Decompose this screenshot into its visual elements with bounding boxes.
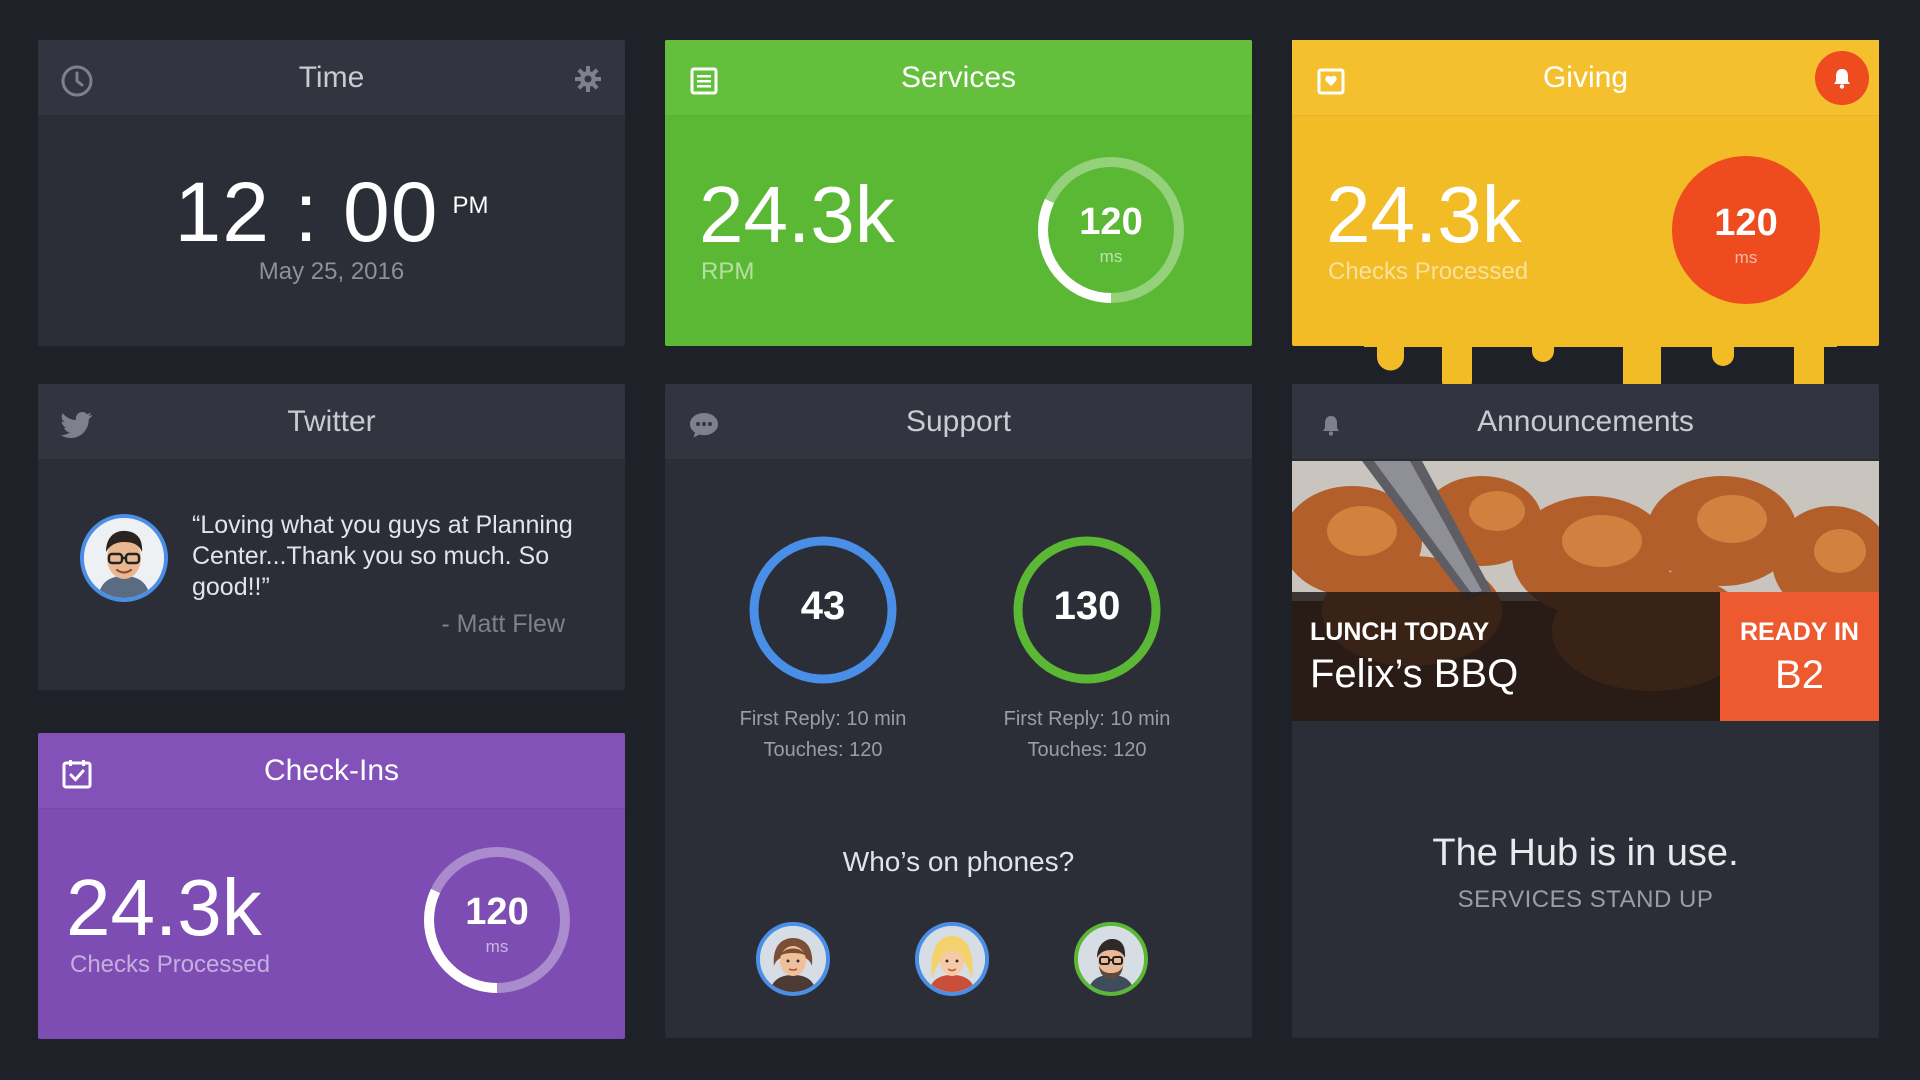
hub-status: The Hub is in use. — [1432, 832, 1739, 874]
checkins-card: Check-Ins 24.3k Checks Processed 120 ms — [38, 733, 625, 1039]
time-card-header: Time — [38, 40, 625, 116]
checkins-response-ring: 120 ms — [422, 845, 572, 995]
clock-ampm: PM — [452, 192, 489, 219]
bird-icon — [60, 408, 94, 442]
first-reply-label-2: First Reply: 10 min — [1003, 708, 1171, 730]
services-ring-unit: ms — [1099, 247, 1123, 266]
lunch-label: LUNCH TODAY — [1310, 618, 1490, 646]
hub-event: SERVICES STAND UP — [1457, 886, 1714, 913]
announcements-card: Announcements LUNCH TODAY Felix’s BBQ RE… — [1292, 384, 1879, 1038]
document-icon — [687, 64, 721, 98]
clock-display: 12 : 00 PM — [38, 170, 625, 254]
support-stat-value-1: 43 — [800, 584, 846, 628]
heart-icon — [1314, 64, 1348, 98]
tweet-author: - Matt Flew — [441, 610, 565, 638]
services-card-header: Services — [665, 40, 1252, 116]
avatar[interactable] — [756, 922, 830, 996]
support-card-header: Support — [665, 384, 1252, 460]
twitter-card-header: Twitter — [38, 384, 625, 460]
checkbox-icon — [60, 757, 94, 791]
services-label: RPM — [701, 258, 755, 285]
gear-icon[interactable] — [571, 62, 605, 96]
touches-label-2: Touches: 120 — [1027, 739, 1147, 761]
checkins-card-header: Check-Ins — [38, 733, 625, 809]
checkins-value: 24.3k — [66, 863, 262, 952]
support-stat-value-2: 130 — [1053, 584, 1121, 628]
ready-in-badge: READY IN B2 — [1720, 592, 1879, 721]
lunch-name: Felix’s BBQ — [1310, 652, 1519, 696]
ready-in-room: B2 — [1775, 653, 1824, 697]
support-stat-meta-1: First Reply: 10 min Touches: 120 — [713, 704, 933, 766]
lunch-overlay: LUNCH TODAY Felix’s BBQ — [1292, 592, 1720, 721]
avatar[interactable] — [1074, 922, 1148, 996]
services-value: 24.3k — [699, 170, 895, 259]
bell-icon[interactable] — [1815, 51, 1869, 105]
bell-icon — [1314, 408, 1348, 442]
services-response-ring: 120 ms — [1036, 155, 1186, 305]
services-card-title: Services — [900, 60, 1017, 94]
checkins-ring-value: 120 — [465, 891, 529, 933]
giving-card-title: Giving — [1542, 60, 1629, 94]
clock-time: 12 : 00 — [174, 165, 439, 259]
avatar — [80, 514, 168, 602]
checkins-ring-unit: ms — [485, 937, 509, 956]
avatar[interactable] — [915, 922, 989, 996]
announcements-card-header: Announcements — [1292, 384, 1879, 460]
support-stat-ring-1: 43 — [747, 534, 899, 686]
giving-value: 24.3k — [1326, 170, 1522, 259]
checkins-card-title: Check-Ins — [263, 753, 400, 787]
support-stat-meta-2: First Reply: 10 min Touches: 120 — [977, 704, 1197, 766]
twitter-card: Twitter “Loving what you guys at Plannin… — [38, 384, 625, 690]
time-card: Time 12 : 00 PM May 25, 2016 — [38, 40, 625, 346]
time-card-title: Time — [298, 60, 365, 94]
chat-icon — [687, 408, 721, 442]
twitter-card-title: Twitter — [287, 404, 376, 438]
services-card: Services 24.3k RPM 120 ms — [665, 40, 1252, 346]
ready-in-label: READY IN — [1739, 618, 1859, 646]
touches-label-1: Touches: 120 — [763, 739, 883, 761]
giving-card-header: Giving — [1292, 40, 1879, 116]
giving-ring-unit: ms — [1734, 248, 1758, 267]
giving-ring-value: 120 — [1714, 202, 1778, 244]
giving-label: Checks Processed — [1328, 258, 1529, 285]
giving-response-badge: 120 ms — [1672, 156, 1820, 304]
services-ring-value: 120 — [1079, 201, 1143, 243]
clock-icon — [60, 64, 94, 98]
phones-title: Who’s on phones? — [842, 846, 1075, 877]
support-stat-ring-2: 130 — [1011, 534, 1163, 686]
lunch-photo: LUNCH TODAY Felix’s BBQ READY IN B2 — [1292, 461, 1879, 721]
giving-card: Giving 24.3k Checks Processed 120 ms — [1292, 40, 1879, 416]
first-reply-label-1: First Reply: 10 min — [739, 708, 907, 730]
checkins-label: Checks Processed — [70, 951, 271, 978]
support-card: Support 43 First Reply: 10 min Touches: … — [665, 384, 1252, 1038]
clock-date: May 25, 2016 — [258, 258, 405, 285]
support-card-title: Support — [905, 404, 1012, 438]
tweet-text: “Loving what you guys at Planning Center… — [192, 511, 573, 601]
announcements-card-title: Announcements — [1477, 404, 1694, 438]
